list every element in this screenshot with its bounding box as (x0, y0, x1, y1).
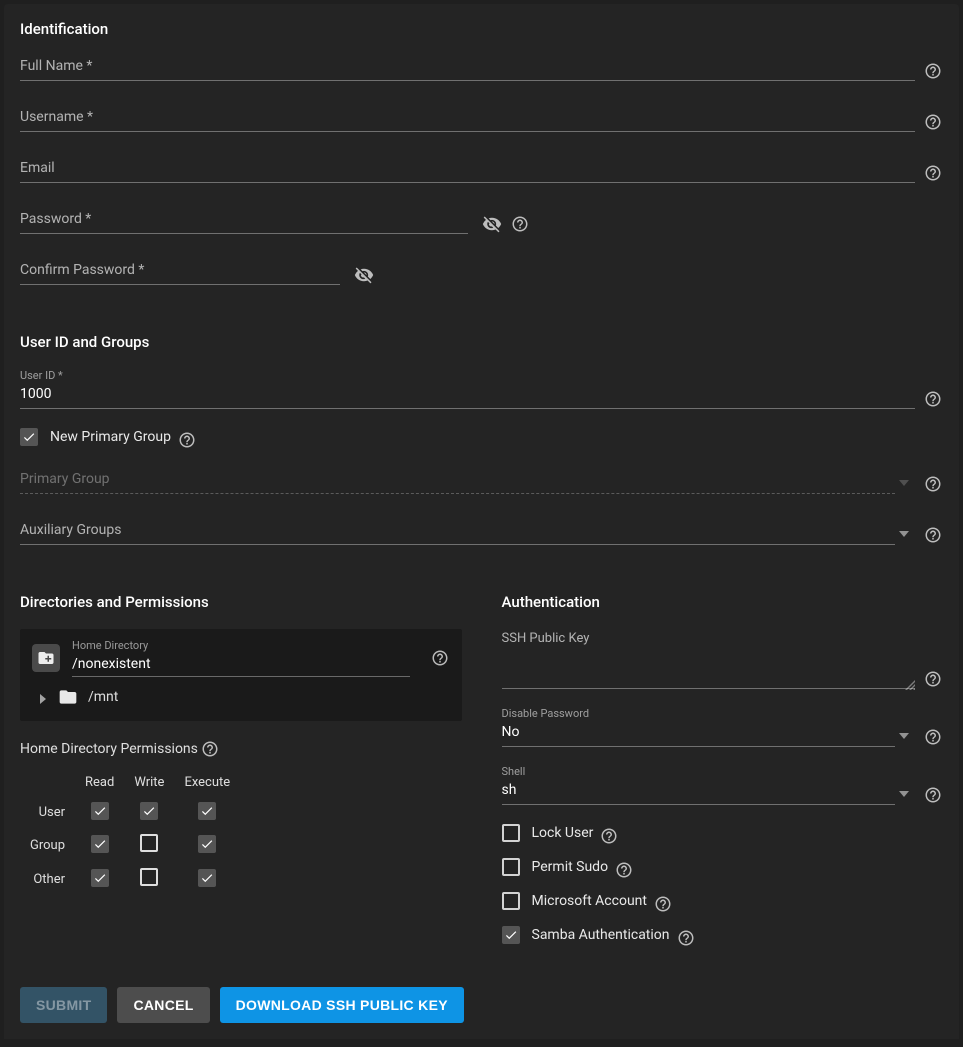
microsoft-account-label: Microsoft Account (532, 893, 647, 909)
full-name-field[interactable]: Full Name * (20, 56, 915, 81)
help-icon[interactable] (676, 928, 696, 948)
auxiliary-groups-label: Auxiliary Groups (20, 520, 895, 540)
tree-item[interactable]: /mnt (32, 677, 450, 711)
help-icon[interactable] (923, 525, 943, 545)
help-icon[interactable] (923, 112, 943, 132)
primary-group-select: Primary Group (20, 469, 895, 494)
help-icon[interactable] (923, 389, 943, 409)
full-name-label: Full Name * (20, 56, 915, 76)
confirm-password-field[interactable]: Confirm Password * (20, 260, 340, 285)
perm-row-user: User (20, 796, 240, 828)
visibility-off-icon[interactable] (482, 214, 502, 234)
help-icon[interactable] (430, 648, 450, 668)
userid-groups-title: User ID and Groups (20, 333, 943, 351)
tree-item-label: /mnt (88, 689, 118, 705)
perm-group-execute[interactable] (198, 835, 216, 853)
lock-user-checkbox[interactable] (502, 824, 520, 842)
footer-actions: SUBMIT CANCEL DOWNLOAD SSH PUBLIC KEY (4, 971, 959, 1039)
chevron-down-icon[interactable] (899, 787, 915, 803)
microsoft-account-checkbox[interactable] (502, 892, 520, 910)
perm-group-write[interactable] (140, 834, 158, 852)
folder-icon (58, 687, 78, 707)
lock-user-label: Lock User (532, 825, 594, 841)
password-label: Password * (20, 209, 468, 229)
identification-title: Identification (20, 20, 943, 38)
perm-row-group: Group (20, 828, 240, 862)
permit-sudo-checkbox[interactable] (502, 858, 520, 876)
authentication-title: Authentication (502, 593, 944, 611)
cancel-button[interactable]: CANCEL (117, 987, 209, 1023)
password-field[interactable]: Password * (20, 209, 468, 234)
help-icon[interactable] (923, 727, 943, 747)
ssh-key-label: SSH Public Key (502, 629, 944, 649)
user-id-field[interactable]: User ID * 1000 (20, 369, 915, 409)
perm-header-read: Read (75, 769, 124, 796)
user-id-value: 1000 (20, 384, 915, 404)
help-icon[interactable] (510, 214, 530, 234)
home-directory-explorer: Home Directory /nonexistent /mnt (20, 629, 462, 721)
permit-sudo-label: Permit Sudo (532, 859, 609, 875)
user-id-label: User ID * (20, 369, 915, 382)
chevron-down-icon (899, 476, 915, 492)
perm-other-read[interactable] (91, 869, 109, 887)
email-label: Email (20, 158, 915, 178)
home-directory-field[interactable]: Home Directory /nonexistent (72, 639, 410, 677)
new-primary-group-checkbox[interactable] (20, 428, 38, 446)
permissions-table: Read Write Execute User Group (20, 769, 462, 896)
perm-group-read[interactable] (91, 835, 109, 853)
shell-label: Shell (502, 765, 896, 778)
help-icon[interactable] (653, 894, 673, 914)
triangle-right-icon[interactable] (38, 692, 48, 702)
new-primary-group-label: New Primary Group (50, 429, 171, 445)
perm-user-write[interactable] (140, 802, 158, 820)
help-icon[interactable] (599, 826, 619, 846)
primary-group-label: Primary Group (20, 469, 895, 489)
help-icon[interactable] (177, 430, 197, 450)
perm-other-execute[interactable] (198, 869, 216, 887)
perm-user-execute[interactable] (198, 802, 216, 820)
visibility-off-icon[interactable] (354, 265, 374, 285)
home-dir-permissions-label: Home Directory Permissions (20, 741, 198, 757)
directories-title: Directories and Permissions (20, 593, 462, 611)
shell-select[interactable]: Shell sh (502, 765, 896, 805)
ssh-key-textarea[interactable] (502, 655, 916, 689)
samba-auth-checkbox[interactable] (502, 926, 520, 944)
samba-auth-label: Samba Authentication (532, 927, 670, 943)
confirm-password-label: Confirm Password * (20, 260, 340, 280)
download-ssh-key-button[interactable]: DOWNLOAD SSH PUBLIC KEY (220, 987, 464, 1023)
disable-password-value: No (502, 722, 896, 742)
submit-button[interactable]: SUBMIT (20, 987, 107, 1023)
help-icon[interactable] (923, 785, 943, 805)
help-icon[interactable] (923, 61, 943, 81)
username-field[interactable]: Username * (20, 107, 915, 132)
help-icon[interactable] (614, 860, 634, 880)
home-directory-value: /nonexistent (72, 654, 410, 674)
help-icon[interactable] (200, 739, 220, 759)
perm-row-other: Other (20, 862, 240, 896)
home-directory-label: Home Directory (72, 639, 410, 652)
help-icon[interactable] (923, 163, 943, 183)
user-form-card: Identification Full Name * Username * Em… (4, 4, 959, 1039)
perm-header-write: Write (124, 769, 174, 796)
resize-handle-icon[interactable] (905, 678, 915, 688)
perm-header-execute: Execute (174, 769, 240, 796)
perm-user-read[interactable] (91, 802, 109, 820)
auxiliary-groups-select[interactable]: Auxiliary Groups (20, 520, 895, 545)
help-icon[interactable] (923, 669, 943, 689)
disable-password-select[interactable]: Disable Password No (502, 707, 896, 747)
email-field[interactable]: Email (20, 158, 915, 183)
shell-value: sh (502, 780, 896, 800)
help-icon[interactable] (923, 474, 943, 494)
create-folder-icon[interactable] (32, 644, 60, 672)
chevron-down-icon[interactable] (899, 729, 915, 745)
disable-password-label: Disable Password (502, 707, 896, 720)
username-label: Username * (20, 107, 915, 127)
chevron-down-icon[interactable] (899, 527, 915, 543)
perm-other-write[interactable] (140, 868, 158, 886)
